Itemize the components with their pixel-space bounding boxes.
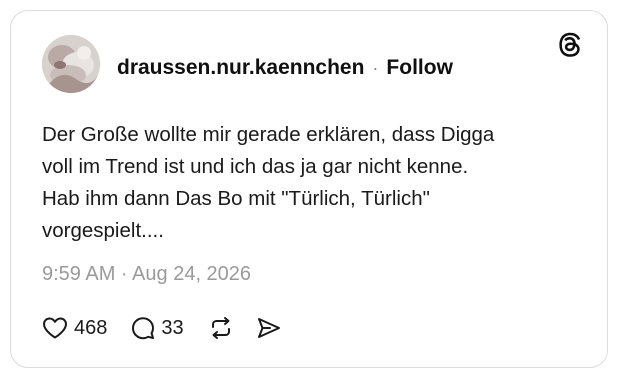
- post-text-line: voll im Trend ist und ich das ja gar nic…: [42, 155, 469, 178]
- post-text-line: Hab ihm dann Das Bo mit "Türlich, Türlic…: [42, 187, 430, 210]
- post-card: draussen.nur.kaennchen · Follow Der Groß…: [10, 10, 608, 368]
- post-text-line: Der Große wollte mir gerade erklären, da…: [42, 123, 495, 146]
- separator-dot: ·: [372, 58, 379, 78]
- reply-count: 33: [161, 316, 184, 339]
- send-icon: [257, 318, 280, 338]
- threads-logo-icon[interactable]: [557, 31, 583, 59]
- avatar[interactable]: [42, 35, 100, 93]
- post-text-line: vorgespielt....: [42, 219, 164, 242]
- reply-button[interactable]: 33: [131, 316, 184, 340]
- repost-button[interactable]: [208, 316, 234, 340]
- post-timestamp[interactable]: 9:59 AM · Aug 24, 2026: [42, 263, 251, 286]
- like-button[interactable]: 468: [42, 316, 107, 340]
- post-header: draussen.nur.kaennchen · Follow: [117, 55, 453, 81]
- speech-bubble-icon: [132, 317, 155, 340]
- share-button[interactable]: [256, 316, 282, 340]
- follow-button[interactable]: Follow: [386, 55, 453, 81]
- avatar-image: [42, 35, 100, 93]
- action-bar: 468 33: [42, 313, 282, 343]
- like-count: 468: [74, 316, 108, 339]
- repost-icon: [211, 317, 230, 339]
- username[interactable]: draussen.nur.kaennchen: [117, 55, 364, 81]
- heart-icon: [43, 317, 67, 339]
- post-text: Der Große wollte mir gerade erklären, da…: [42, 119, 582, 247]
